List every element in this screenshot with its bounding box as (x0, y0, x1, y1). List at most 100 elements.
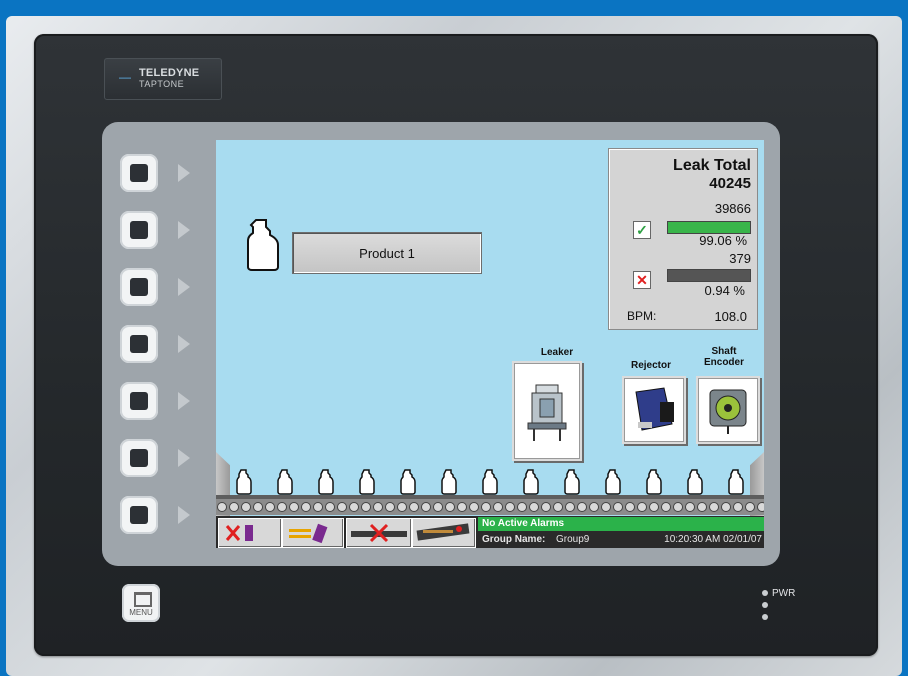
good-count: 39866 (714, 201, 751, 216)
conveyor-roller (313, 502, 323, 512)
conveyor-roller (385, 502, 395, 512)
good-percent: 99.06 % (699, 233, 747, 248)
nav-conveyor-encoder-button[interactable] (412, 518, 476, 548)
conveyor-roller (433, 502, 443, 512)
bad-percent: 0.94 % (704, 283, 745, 298)
group-name-value: Group9 (556, 534, 590, 545)
menu-button[interactable]: MENU (122, 584, 160, 622)
soft-key-1[interactable] (120, 154, 158, 192)
pwr-label: PWR (772, 588, 796, 599)
encoder-label-line2: Encoder (703, 357, 744, 368)
nav-transfer-container-button[interactable] (282, 518, 344, 548)
conveyor-roller (361, 502, 371, 512)
bottle-icon (441, 469, 457, 495)
nav-reject-container-button[interactable] (218, 518, 282, 548)
bottle-icon (605, 469, 621, 495)
conveyor-roller (277, 502, 287, 512)
conveyor-roller (553, 502, 563, 512)
bpm-label: BPM: (627, 309, 657, 323)
hmi-screen: Product 1 Leak Total 40245 39866 ✓ 99.06… (216, 140, 764, 548)
leaker-machine-icon (527, 384, 567, 441)
conveyor-roller (517, 502, 527, 512)
shaft-encoder-icon (709, 389, 747, 434)
conveyor-roller (325, 502, 335, 512)
leak-total-value: 40245 (709, 175, 751, 192)
status-led (762, 614, 768, 620)
brand-line1: TELEDYNE (139, 67, 200, 79)
conveyor-belt (216, 499, 764, 515)
conveyor-roller (637, 502, 647, 512)
leaker-button[interactable] (512, 361, 582, 461)
bad-count: 379 (729, 251, 751, 266)
bottle-icon (646, 469, 662, 495)
soft-key-2[interactable] (120, 211, 158, 249)
alarm-status: No Active Alarms (482, 518, 565, 529)
conveyor-roller (373, 502, 383, 512)
conveyor-roller (445, 502, 455, 512)
conveyor-roller (265, 502, 275, 512)
conveyor-roller (241, 502, 251, 512)
conveyor-encoder-icon (416, 523, 470, 541)
arrow-right-icon (178, 278, 190, 296)
product-selector[interactable]: Product 1 (292, 232, 482, 274)
conveyor-roller (469, 502, 479, 512)
conveyor-roller (673, 502, 683, 512)
bottle-icon (318, 469, 334, 495)
arrow-right-icon (178, 164, 190, 182)
conveyor-roller (589, 502, 599, 512)
brand-logo: — TELEDYNE TAPTONE (104, 58, 222, 100)
conveyor-roller (349, 502, 359, 512)
check-icon: ✓ (633, 221, 651, 239)
bottle-icon (482, 469, 498, 495)
soft-key-5[interactable] (120, 382, 158, 420)
bottle-icon (564, 469, 580, 495)
pwr-led (762, 590, 768, 596)
soft-key-4[interactable] (120, 325, 158, 363)
shaft-encoder-button[interactable] (696, 376, 760, 444)
bottle-icon (400, 469, 416, 495)
encoder-label-line1: Shaft (711, 346, 737, 357)
conveyor-roller (601, 502, 611, 512)
conveyor-roller (421, 502, 431, 512)
leak-total-title: Leak Total (673, 157, 751, 174)
transfer-container-icon (289, 523, 328, 544)
soft-key-6[interactable] (120, 439, 158, 477)
conveyor-roller (709, 502, 719, 512)
bottle-icon (236, 469, 252, 495)
conveyor-roller (301, 502, 311, 512)
arrow-right-icon (178, 221, 190, 239)
conveyor-roller (745, 502, 755, 512)
conveyor-reject-icon (351, 523, 407, 543)
rejector-button[interactable] (622, 376, 686, 444)
menu-icon (134, 592, 152, 607)
soft-key-3[interactable] (120, 268, 158, 306)
bottle-icon (728, 469, 744, 495)
conveyor-roller (661, 502, 671, 512)
conveyor-roller (625, 502, 635, 512)
x-icon: ✕ (633, 271, 651, 289)
bottle-icon (359, 469, 375, 495)
arrow-right-icon (178, 335, 190, 353)
conveyor-roller (397, 502, 407, 512)
conveyor-roller (529, 502, 539, 512)
conveyor-roller (217, 502, 227, 512)
nav-conveyor-reject-button[interactable] (346, 518, 412, 548)
conveyor-roller (505, 502, 515, 512)
timestamp: 10:20:30 AM 02/01/07 (664, 534, 762, 545)
bad-bar (667, 269, 751, 282)
arrow-right-icon (178, 449, 190, 467)
conveyor-roller (733, 502, 743, 512)
bottle-icon (277, 469, 293, 495)
brand-line2: TAPTONE (139, 79, 185, 89)
status-led (762, 602, 768, 608)
rejector-device-icon (635, 387, 674, 431)
arrow-right-icon (178, 392, 190, 410)
teledyne-mark-icon: — (119, 70, 131, 84)
conveyor-roller (649, 502, 659, 512)
menu-label: MENU (129, 608, 153, 617)
bpm-value: 108.0 (714, 309, 747, 324)
encoder-label: Shaft Encoder (694, 346, 754, 368)
conveyor-roller (685, 502, 695, 512)
conveyor-roller (757, 502, 764, 512)
soft-key-7[interactable] (120, 496, 158, 534)
